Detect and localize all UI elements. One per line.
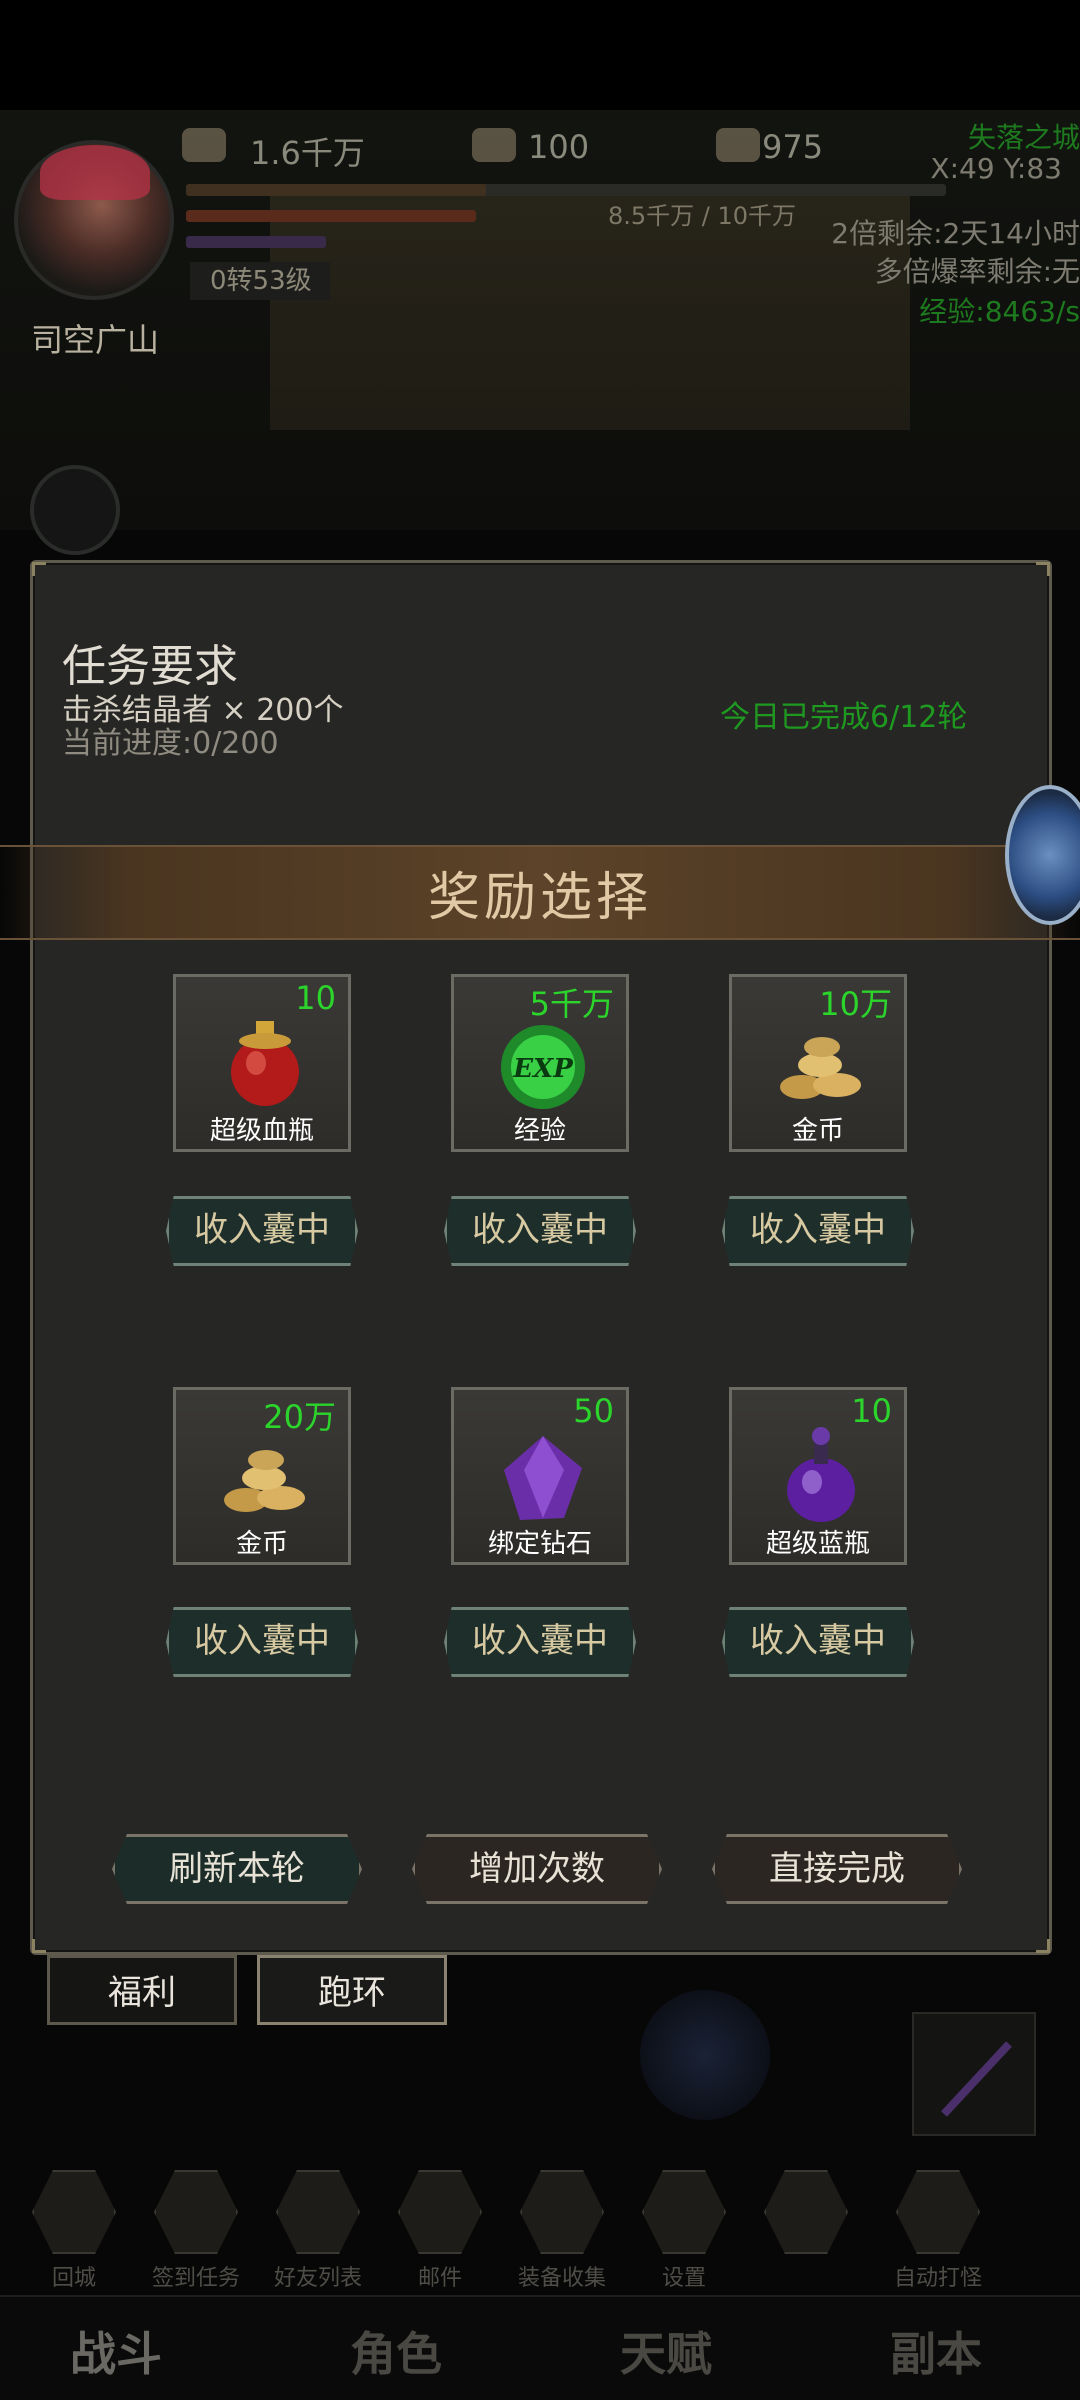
reward-item[interactable]: 20万 金币 [173,1387,351,1565]
exp-bar [186,236,326,248]
reward-item[interactable]: 10 超级血瓶 [173,974,351,1152]
nav-mail[interactable]: 邮件 [390,2170,490,2292]
nav-auto-fight[interactable]: 自动打怪 [878,2170,998,2292]
dagger-icon [941,2041,1012,2117]
nav-locked[interactable] [756,2170,856,2260]
city-icon [32,2170,116,2254]
game-screen: 司空广山 1.6千万 100 975 8.5千万 / 10千万 0转53级 失落… [0,0,1080,2400]
auto-attack-orb[interactable] [640,1990,770,2120]
nav-label: 好友列表 [273,2266,362,2291]
reward-item[interactable]: 10万 金币 [729,974,907,1152]
task-progress: 当前进度:0/200 [62,726,279,761]
tab-loop[interactable]: 跑环 [257,1955,447,2025]
dungeon-background [270,190,910,430]
warrior-icon [896,2170,980,2254]
item-name: 金币 [791,1116,844,1146]
add-times-button[interactable]: 增加次数 [412,1834,662,1904]
nav-label: 回城 [51,2266,96,2291]
item-name: 金币 [235,1529,288,1559]
coords: X:49 Y:83 [930,152,1062,185]
side-avatar-button[interactable] [30,465,120,555]
tab-dungeon[interactable]: 副本 [890,2318,982,2384]
nav-label: 装备收集 [517,2266,606,2291]
nav-equip-collect[interactable]: 装备收集 [512,2170,612,2292]
store-button[interactable]: 收入囊中 [722,1607,914,1677]
item-name: 经验 [513,1116,566,1146]
gear-icon [642,2170,726,2254]
hp-text: 8.5千万 / 10千万 [608,202,797,230]
map-name: 失落之城 [967,121,1080,154]
item-name: 绑定钻石 [487,1529,592,1559]
target-icon [764,2170,848,2254]
sword-icon [520,2170,604,2254]
nav-label: 设置 [661,2266,706,2291]
reward-item[interactable]: 5千万 EXP 经验 [451,974,629,1152]
complete-directly-button[interactable]: 直接完成 [712,1834,962,1904]
panel-corner [32,1939,46,1953]
ingot-amount: 100 [528,128,590,166]
today-completed: 今日已完成6/12轮 [720,700,968,735]
store-button[interactable]: 收入囊中 [444,1196,636,1266]
tab-welfare[interactable]: 福利 [47,1955,237,2025]
panel-corner [1036,562,1050,576]
store-button[interactable]: 收入囊中 [722,1196,914,1266]
nav-label: 签到任务 [151,2266,240,2291]
svg-text:EXP: EXP [512,1054,574,1084]
mail-icon [398,2170,482,2254]
nav-signin-task[interactable]: 签到任务 [146,2170,246,2292]
tab-character[interactable]: 角色 [350,2318,442,2384]
tab-talent[interactable]: 天赋 [620,2318,712,2384]
hp-bar-fill [186,184,486,196]
store-button[interactable]: 收入囊中 [166,1607,358,1677]
ingot-icon [472,128,516,162]
reward-item[interactable]: 10 超级蓝瓶 [729,1387,907,1565]
player-name: 司空广山 [30,321,159,359]
panel-corner [32,562,46,576]
chest-amount: 975 [762,128,824,166]
item-name: 超级蓝瓶 [765,1529,870,1559]
store-button[interactable]: 收入囊中 [166,1196,358,1266]
item-name: 超级血瓶 [209,1116,314,1146]
reward-heading: 奖励选择 [427,868,652,928]
panel-corner [1036,1939,1050,1953]
avatar-hair [40,145,150,200]
nav-settings[interactable]: 设置 [634,2170,734,2292]
reward-item[interactable]: 50 绑定钻石 [451,1387,629,1565]
nav-label: 自动打怪 [893,2266,982,2291]
refresh-round-button[interactable]: 刷新本轮 [112,1834,362,1904]
tab-battle[interactable]: 战斗 [70,2318,162,2384]
handshake-icon [276,2170,360,2254]
chest-icon [716,128,760,162]
level-badge: 0转53级 [190,262,330,300]
scroll-icon [154,2170,238,2254]
nav-return-city[interactable]: 回城 [24,2170,124,2292]
double-exp-remaining: 2倍剩余:2天14小时 [831,217,1080,250]
exp-rate: 经验:8463/s [919,295,1080,328]
nav-label: 邮件 [417,2266,462,2291]
store-button[interactable]: 收入囊中 [444,1607,636,1677]
gold-amount: 1.6千万 [250,134,365,172]
nav-friends[interactable]: 好友列表 [268,2170,368,2292]
status-bar [0,0,1080,110]
multi-drop-remaining: 多倍爆率剩余:无 [874,255,1080,288]
mp-bar [186,210,476,222]
quick-slot[interactable] [912,2012,1036,2136]
gold-icon [182,128,226,162]
